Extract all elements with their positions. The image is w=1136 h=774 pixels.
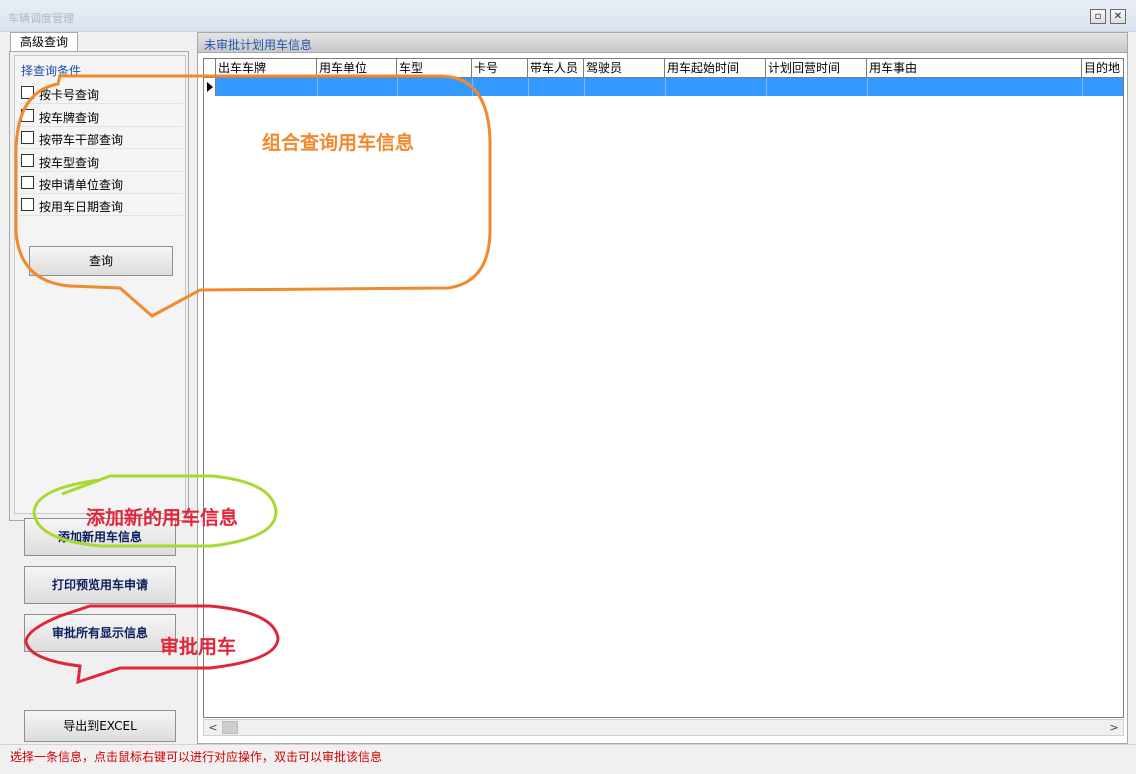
checkbox-applicant-unit[interactable]: 按申请单位查询 (19, 172, 183, 194)
scroll-thumb[interactable] (222, 721, 238, 734)
checkbox-card-number[interactable]: 按卡号查询 (19, 82, 183, 104)
panel-header: 未审批计划用车信息 (198, 33, 1127, 53)
checkbox-vehicle-type[interactable]: 按车型查询 (19, 150, 183, 172)
checkbox-label: 按车型查询 (39, 156, 100, 170)
close-icon[interactable]: ✕ (1110, 9, 1126, 24)
advanced-query-panel: 择查询条件 按卡号查询 按车牌查询 按带车干部查询 按车型查询 按申请单位查询 (9, 51, 189, 521)
restore-icon[interactable]: ▫ (1090, 9, 1106, 24)
horizontal-scrollbar[interactable]: < > (203, 719, 1124, 736)
scroll-left-icon[interactable]: < (205, 720, 221, 735)
selected-row[interactable] (204, 78, 1123, 96)
checkbox-icon[interactable] (21, 86, 34, 99)
window-title: 车辆调度管理 (8, 12, 74, 25)
grid-header: 出车车牌 用车单位 车型 卡号 带车人员 驾驶员 用车起始时间 计划回营时间 用… (204, 59, 1123, 78)
resize-grip-icon[interactable]: ⋰ (10, 747, 22, 759)
column-header[interactable]: 计划回营时间 (766, 59, 867, 78)
query-button[interactable]: 查询 (29, 246, 173, 276)
print-preview-button[interactable]: 打印预览用车申请 (24, 566, 176, 604)
status-bar: 选择一条信息，点击鼠标右键可以进行对应操作，双击可以审批该信息 ⋰ (0, 744, 1136, 774)
column-header[interactable]: 驾驶员 (584, 59, 665, 78)
checkbox-label: 按卡号查询 (39, 88, 100, 102)
column-header[interactable]: 车型 (397, 59, 472, 78)
checkbox-icon[interactable] (21, 198, 34, 211)
add-info-annotation: 添加新的用车信息 (86, 507, 239, 529)
export-excel-button[interactable]: 导出到EXCEL (24, 710, 176, 742)
column-header[interactable]: 用车事由 (867, 59, 1082, 78)
checkbox-label: 按申请单位查询 (39, 178, 124, 192)
checkbox-plate[interactable]: 按车牌查询 (19, 105, 183, 127)
checkbox-label: 按用车日期查询 (39, 200, 124, 214)
checkbox-icon[interactable] (21, 131, 34, 144)
checkbox-label: 按车牌查询 (39, 111, 100, 125)
current-row-arrow-icon (207, 82, 213, 92)
checkbox-use-date[interactable]: 按用车日期查询 (19, 194, 183, 216)
checkbox-cadre[interactable]: 按带车干部查询 (19, 127, 183, 149)
column-header[interactable]: 目的地 (1082, 59, 1123, 78)
tab-advanced-query[interactable]: 高级查询 (10, 32, 78, 52)
status-text: 选择一条信息，点击鼠标右键可以进行对应操作，双击可以审批该信息 (10, 750, 383, 764)
column-header[interactable]: 用车单位 (317, 59, 397, 78)
window-titlebar: 车辆调度管理 ▫ ✕ (0, 0, 1136, 32)
checkbox-label: 按带车干部查询 (39, 133, 124, 147)
checkbox-icon[interactable] (21, 154, 34, 167)
column-header[interactable]: 出车车牌 (216, 59, 317, 78)
vehicle-request-grid[interactable]: 出车车牌 用车单位 车型 卡号 带车人员 驾驶员 用车起始时间 计划回营时间 用… (203, 58, 1124, 718)
row-header[interactable] (204, 78, 216, 96)
checkbox-icon[interactable] (21, 109, 34, 122)
column-header[interactable]: 用车起始时间 (665, 59, 766, 78)
query-conditions-title: 择查询条件 (21, 64, 82, 78)
checkbox-icon[interactable] (21, 176, 34, 189)
approve-all-button[interactable]: 审批所有显示信息 (24, 614, 176, 652)
scroll-right-icon[interactable]: > (1106, 720, 1122, 735)
column-header[interactable]: 卡号 (472, 59, 528, 78)
query-conditions-group: 择查询条件 按卡号查询 按车牌查询 按带车干部查询 按车型查询 按申请单位查询 (14, 55, 186, 514)
combo-query-annotation: 组合查询用车信息 (262, 132, 415, 154)
panel-title: 未审批计划用车信息 (204, 38, 313, 52)
row-header-corner (204, 59, 216, 78)
column-header[interactable]: 带车人员 (528, 59, 584, 78)
approve-annotation: 审批用车 (160, 636, 237, 658)
